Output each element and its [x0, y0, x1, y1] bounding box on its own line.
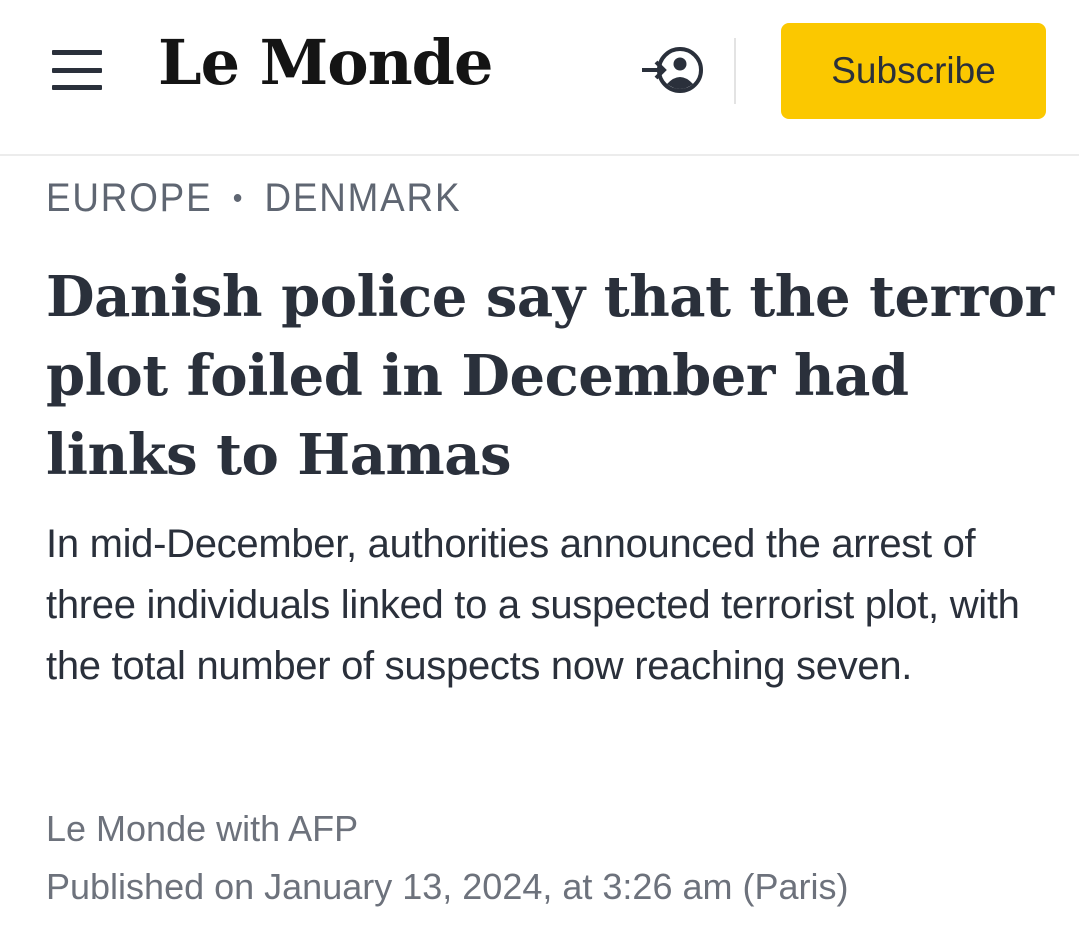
menu-line	[52, 50, 102, 55]
menu-line	[52, 85, 102, 90]
article-headline: Danish police say that the terror plot f…	[46, 264, 1054, 488]
publish-date: Published on January 13, 2024, at 3:26 a…	[46, 866, 849, 907]
header-divider	[734, 38, 736, 104]
article-standfirst: In mid-December, authorities announced t…	[46, 522, 1020, 688]
login-button[interactable]	[640, 42, 704, 98]
breadcrumb-europe[interactable]: EUROPE	[46, 176, 212, 221]
breadcrumb: EUROPE • DENMARK	[46, 176, 461, 221]
menu-line	[52, 67, 102, 73]
breadcrumb-separator: •	[232, 181, 245, 215]
site-header: Le Monde Subscribe	[0, 0, 1079, 156]
site-logo[interactable]: Le Monde	[158, 32, 493, 94]
login-user-icon	[642, 47, 703, 93]
hamburger-menu-icon[interactable]	[52, 50, 106, 90]
subscribe-button[interactable]: Subscribe	[781, 23, 1046, 119]
breadcrumb-denmark[interactable]: DENMARK	[264, 176, 461, 221]
article-byline: Le Monde with AFP	[46, 808, 359, 849]
